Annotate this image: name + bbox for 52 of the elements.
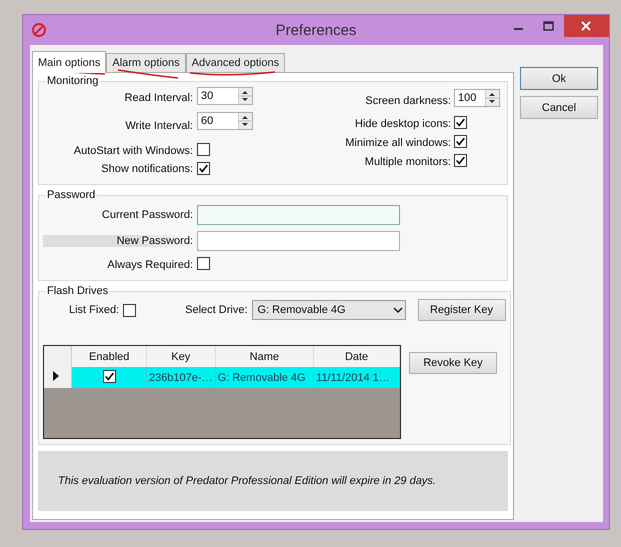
checkbox[interactable] [454, 116, 467, 129]
field-label: Current Password: [100, 209, 193, 221]
table-cell: 11/11/2014 1… [314, 367, 400, 388]
checkbox[interactable] [197, 257, 210, 270]
tab[interactable]: Main options [32, 51, 106, 73]
field-label: Read Interval: [124, 92, 193, 104]
tab[interactable]: Alarm options [106, 53, 186, 72]
checkbox-label: Multiple monitors: [364, 156, 451, 168]
ok-button[interactable]: Ok [520, 67, 598, 90]
row-header[interactable] [44, 367, 72, 388]
group-title: Flash Drives [46, 285, 110, 297]
checkbox[interactable] [197, 162, 210, 175]
password-field[interactable] [197, 231, 400, 251]
checkbox[interactable] [454, 154, 467, 167]
row-pointer-icon [53, 371, 59, 381]
number-spinner[interactable]: 30 [197, 87, 253, 106]
password-field[interactable] [197, 205, 400, 225]
checkbox-label: Always Required: [106, 259, 193, 271]
expiry-notice: This evaluation version of Predator Professional Edition will expire in 29 days. [58, 475, 436, 487]
checkbox[interactable] [454, 135, 467, 148]
column-header[interactable]: Name [215, 346, 314, 367]
close-button[interactable] [564, 15, 609, 37]
table-cell: 236b107e-… [146, 367, 216, 388]
table-cell: G: Removable 4G [215, 367, 314, 388]
window-title: Preferences [276, 22, 356, 39]
drive-dropdown[interactable]: G: Removable 4G [252, 300, 406, 320]
checkbox-label: Hide desktop icons: [354, 118, 451, 130]
prohibited-icon [31, 22, 47, 38]
group-title: Password [46, 189, 96, 201]
checkbox-label: Minimize all windows: [344, 136, 451, 148]
checkbox[interactable] [197, 142, 210, 156]
field-label: Write Interval: [124, 120, 193, 132]
checkbox-label: Show notifications: [100, 163, 193, 176]
tab[interactable]: Advanced options [186, 53, 286, 72]
number-spinner[interactable]: 100 [454, 89, 500, 107]
checkbox-label: List Fixed: [69, 304, 120, 316]
register-key-button[interactable]: Register Key [418, 299, 506, 321]
field-label: Screen darkness: [364, 94, 451, 106]
spin-arrows-icon[interactable] [486, 90, 498, 106]
column-header[interactable]: Enabled [72, 346, 146, 367]
column-header[interactable]: Key [146, 346, 216, 367]
checkbox-label: AutoStart with Windows: [72, 144, 193, 157]
revoke-key-button[interactable]: Revoke Key [409, 352, 497, 374]
field-label: New Password: [43, 235, 193, 247]
checkbox[interactable] [102, 370, 116, 383]
checkbox[interactable] [123, 304, 136, 316]
cancel-button[interactable]: Cancel [520, 96, 598, 119]
number-spinner[interactable]: 60 [197, 112, 253, 130]
column-header[interactable]: Date [314, 346, 400, 367]
chevron-down-icon[interactable] [390, 305, 404, 315]
group-title: Monitoring [46, 75, 100, 87]
field-label: Select Drive: [185, 304, 248, 316]
